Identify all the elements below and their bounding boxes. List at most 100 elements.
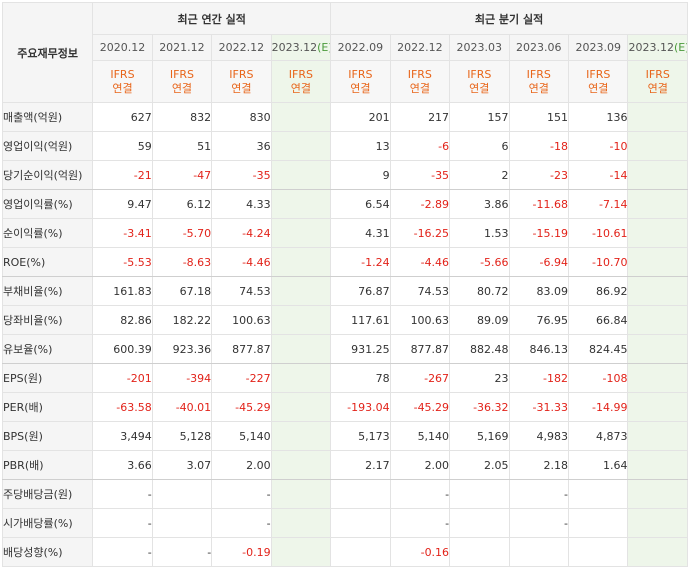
annual-value: -5.53 [92, 247, 153, 277]
basis-ifrs: IFRS [586, 67, 611, 81]
basis-ifrs: IFRS [407, 67, 432, 81]
quarter-value: -6.94 [508, 247, 570, 277]
annual-value: 67.18 [151, 276, 213, 306]
basis-header-row: IFRS 연결 IFRS 연결 IFRS 연결 IFRS 연결 IFRS 연결 IFRS 연결 IFRS… [3, 60, 688, 103]
quarter-value: 80.72 [449, 276, 510, 306]
quarter-value: -2.89 [389, 189, 451, 219]
quarter-value: 83.09 [508, 276, 570, 306]
quarter-value [627, 479, 688, 509]
annual-value: 6.12 [151, 189, 213, 219]
annual-value [270, 247, 332, 277]
quarter-value [508, 537, 570, 567]
annual-value [270, 189, 332, 219]
basis-consolidated: 연결 [588, 81, 609, 95]
row-label: 순이익률(%) [1, 218, 94, 248]
annual-value: -45.29 [211, 392, 272, 422]
quarter-value [567, 537, 629, 567]
annual-value [270, 450, 332, 480]
quarter-value [627, 392, 688, 422]
basis-consolidated: 연결 [528, 81, 549, 95]
quarter-value: 1.53 [449, 218, 510, 248]
quarter-value: 2 [449, 160, 510, 190]
quarter-value: - [389, 479, 451, 509]
quarter-value [627, 160, 688, 190]
annual-value: 830 [211, 102, 272, 132]
row-label: 유보율(%) [1, 334, 94, 364]
table-row: 주당배당금(원) - - - - [1, 479, 688, 509]
table-row: 영업이익(억원) 59 51 36 13 -6 6 -18 -10 [1, 131, 688, 161]
period-label: 2023.12 [271, 41, 318, 54]
quarter-value: -10.61 [567, 218, 629, 248]
basis-ifrs: IFRS [229, 67, 254, 81]
quarter-value: -36.32 [449, 392, 510, 422]
annual-period-0: 2020.12 [92, 34, 153, 61]
estimate-mark: (E) [317, 41, 329, 54]
annual-period-2: 2022.12 [211, 34, 272, 61]
basis-consolidated: 연결 [171, 81, 193, 95]
quarter-value: -14.99 [567, 392, 629, 422]
quarter-value: -0.16 [389, 537, 451, 567]
basis-ifrs: IFRS [110, 67, 135, 81]
annual-value: 36 [211, 131, 272, 161]
basis-consolidated: 연결 [290, 81, 311, 95]
basis-cell: IFRS 연결 [567, 60, 629, 103]
quarter-value: 2.17 [330, 450, 391, 480]
annual-value [270, 363, 332, 393]
basis-cell: IFRS 연결 [627, 60, 688, 103]
estimate-mark: (E) [673, 41, 687, 54]
row-label: 배당성향(%) [1, 537, 94, 567]
annual-value: 3.07 [151, 450, 213, 480]
table-row: 매출액(억원) 627 832 830 201 217 157 151 136 [1, 102, 688, 132]
annual-value: - [92, 508, 153, 538]
annual-period-1: 2021.12 [151, 34, 213, 61]
financial-rows: 매출액(억원) 627 832 830 201 217 157 151 136 영업이익(억원) 5… [1, 102, 688, 567]
quarter-value: 201 [330, 102, 391, 132]
annual-value: - [211, 508, 272, 538]
quarter-value [627, 508, 688, 538]
quarter-value [330, 508, 391, 538]
annual-value: 100.63 [211, 305, 272, 335]
period-label: 2023.06 [516, 41, 562, 54]
basis-cell: IFRS 연결 [508, 60, 570, 103]
quarter-value: 4,983 [508, 421, 570, 451]
annual-value [270, 102, 332, 132]
annual-value [270, 334, 332, 364]
basis-cell: IFRS 연결 [92, 60, 153, 103]
quarter-value: 66.84 [567, 305, 629, 335]
quarter-value: 877.87 [389, 334, 451, 364]
row-label: ROE(%) [1, 247, 94, 277]
annual-value [270, 131, 332, 161]
quarter-value: - [508, 479, 570, 509]
basis-consolidated: 연결 [647, 81, 668, 95]
quarter-value: -10 [567, 131, 629, 161]
quarter-value [627, 363, 688, 393]
quarter-value [330, 479, 391, 509]
table-row: 유보율(%) 600.39 923.36 877.87 931.25 877.87 882.… [1, 334, 688, 364]
annual-group-header: 최근 연간 실적 [92, 2, 332, 35]
quarter-value: 846.13 [508, 334, 570, 364]
period-label: 2022.12 [397, 41, 443, 54]
quarter-value: 5,169 [449, 421, 510, 451]
quarter-value: 151 [508, 102, 570, 132]
quarter-value: -1.24 [330, 247, 391, 277]
row-label: PER(배) [1, 392, 94, 422]
table-row: 배당성향(%) - - -0.19 -0.16 [1, 537, 688, 567]
quarter-value [627, 218, 688, 248]
quarter-value: -5.66 [449, 247, 510, 277]
quarter-value: 1.64 [567, 450, 629, 480]
quarter-value: 76.87 [330, 276, 391, 306]
basis-consolidated: 연결 [350, 81, 371, 95]
quarter-value [627, 421, 688, 451]
annual-value: 3,494 [92, 421, 153, 451]
annual-value [270, 479, 332, 509]
quarter-value: 78 [330, 363, 391, 393]
annual-value: 877.87 [211, 334, 272, 364]
annual-value: 5,128 [151, 421, 213, 451]
row-label: 영업이익(억원) [1, 131, 94, 161]
table-row: PBR(배) 3.66 3.07 2.00 2.17 2.00 2.05 2.18 1.64 [1, 450, 688, 480]
quarter-value [567, 479, 629, 509]
basis-ifrs: IFRS [467, 67, 492, 81]
quarter-value: 5,140 [389, 421, 451, 451]
annual-value: - [92, 479, 153, 509]
quarter-period-5: 2023.12(E) [627, 34, 688, 61]
